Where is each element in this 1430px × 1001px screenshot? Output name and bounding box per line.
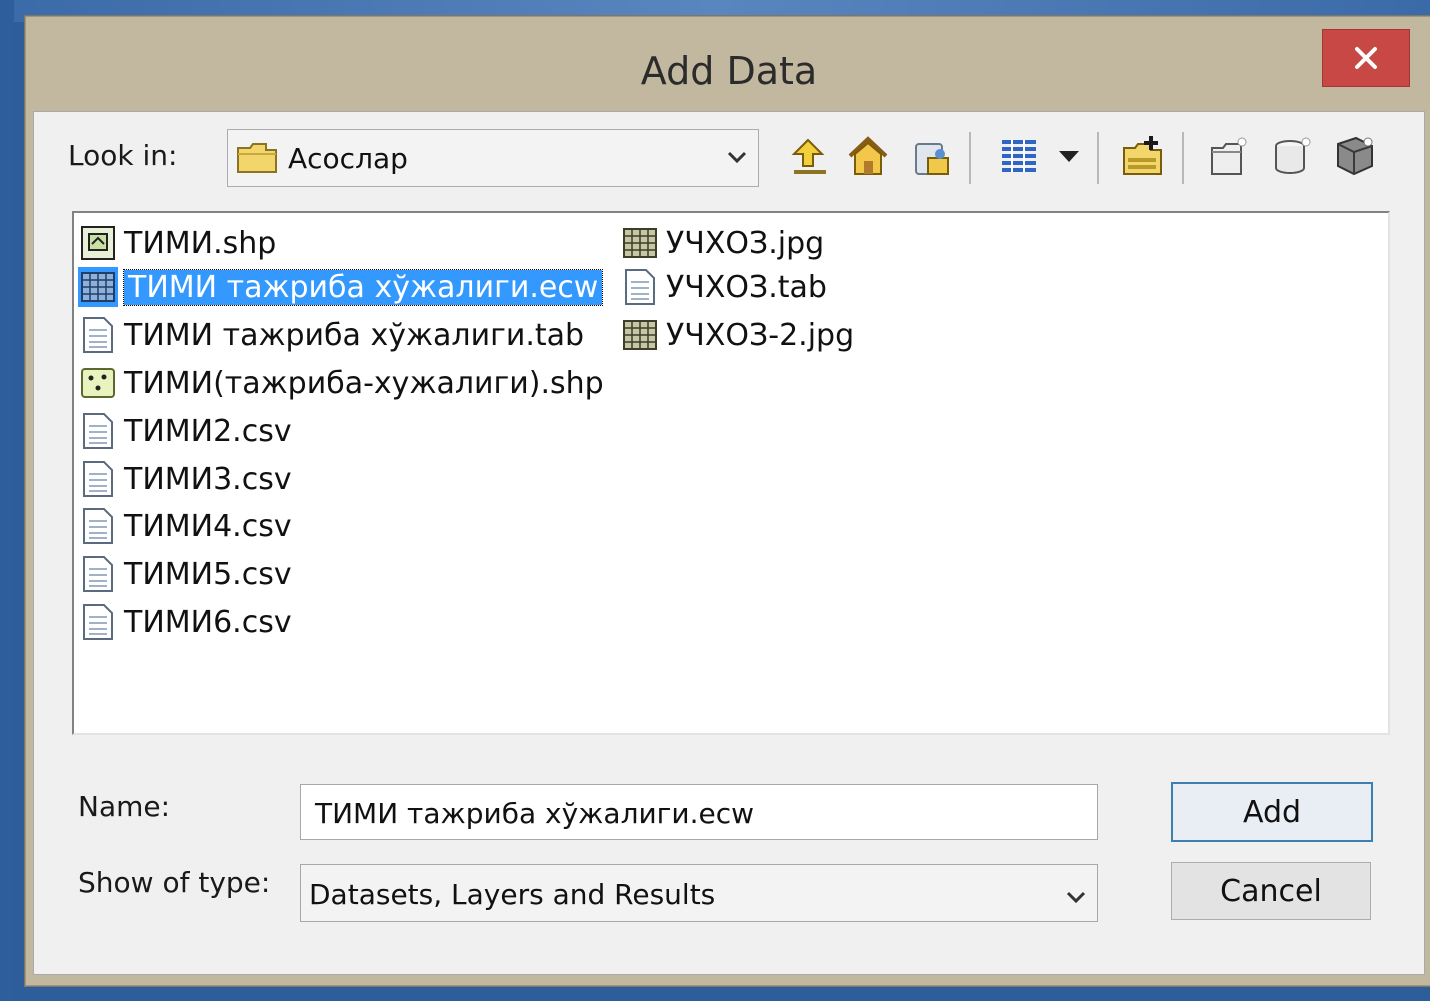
- table-file-icon: [78, 506, 118, 546]
- name-label: Name:: [78, 790, 171, 823]
- table-file-icon: [78, 411, 118, 451]
- home-icon[interactable]: [844, 132, 892, 180]
- table-file-icon: [78, 602, 118, 642]
- table-file-icon: [78, 315, 118, 355]
- view-options-icon[interactable]: [992, 132, 1052, 180]
- list-item[interactable]: ТИМИ.shp: [78, 221, 276, 265]
- file-name: ТИМИ тажриба хўжалиги.tab: [124, 317, 585, 353]
- toolbar-separator: [1097, 132, 1099, 184]
- look-in-value: Асослар: [288, 142, 408, 175]
- chevron-down-icon: [1065, 882, 1087, 915]
- raster-icon: [620, 223, 660, 263]
- file-name: ТИМИ6.csv: [124, 604, 292, 640]
- list-item[interactable]: ТИМИ2.csv: [78, 409, 292, 453]
- list-item[interactable]: ТИМИ(тажриба-хужалиги).shp: [78, 361, 604, 405]
- toolbar-separator: [969, 132, 971, 184]
- new-shapefile-icon[interactable]: [1205, 132, 1253, 180]
- list-item[interactable]: ТИМИ3.csv: [78, 457, 292, 501]
- up-one-level-icon[interactable]: [784, 132, 832, 180]
- file-name: ТИМИ тажриба хўжалиги.ecw: [122, 268, 604, 306]
- file-name: ТИМИ.shp: [124, 225, 277, 261]
- file-name: ТИМИ2.csv: [124, 413, 292, 449]
- file-name: ТИМИ5.csv: [124, 556, 292, 592]
- file-list[interactable]: ТИМИ.shp ТИМИ тажриба хўжалиги.ecw ТИМИ …: [72, 211, 1390, 735]
- list-item-selected[interactable]: ТИМИ тажриба хўжалиги.ecw: [78, 265, 604, 309]
- new-file-gdb-icon[interactable]: [1330, 132, 1378, 180]
- new-geodatabase-icon[interactable]: [1268, 132, 1316, 180]
- add-data-dialog: Add Data Look in: Асослар ТИМИ.shp ТИМИ …: [24, 15, 1430, 987]
- file-name: ТИМИ(тажриба-хужалиги).shp: [124, 365, 604, 401]
- cancel-button[interactable]: Cancel: [1171, 862, 1371, 920]
- desktop-background-edge: [0, 0, 14, 1001]
- connect-to-folder-icon[interactable]: [908, 132, 956, 180]
- list-item[interactable]: ТИМИ4.csv: [78, 504, 292, 548]
- add-button[interactable]: Add: [1171, 782, 1373, 842]
- dialog-title: Add Data: [640, 49, 818, 93]
- dialog-client-area: Look in: Асослар ТИМИ.shp ТИМИ тажриба х…: [33, 111, 1425, 975]
- list-item[interactable]: УЧХОЗ.tab: [620, 265, 827, 309]
- table-file-icon: [620, 267, 660, 307]
- name-input[interactable]: ТИМИ тажриба хўжалиги.ecw: [300, 784, 1098, 840]
- view-dropdown-icon[interactable]: [1054, 132, 1084, 180]
- new-folder-icon[interactable]: [1119, 132, 1167, 180]
- list-item[interactable]: ТИМИ тажриба хўжалиги.tab: [78, 313, 584, 357]
- list-item[interactable]: УЧХОЗ-2.jpg: [620, 313, 854, 357]
- look-in-label: Look in:: [68, 139, 178, 172]
- raster-icon: [78, 267, 118, 307]
- file-name: ТИМИ4.csv: [124, 508, 292, 544]
- file-name: УЧХОЗ.jpg: [666, 225, 825, 261]
- file-name: ТИМИ3.csv: [124, 461, 292, 497]
- table-file-icon: [78, 459, 118, 499]
- show-of-type-value: Datasets, Layers and Results: [309, 878, 716, 911]
- list-item[interactable]: ТИМИ5.csv: [78, 552, 292, 596]
- look-in-combobox[interactable]: Асослар: [227, 129, 759, 187]
- list-item[interactable]: ТИМИ6.csv: [78, 600, 292, 644]
- chevron-down-icon: [726, 146, 748, 172]
- close-button[interactable]: [1322, 29, 1410, 87]
- file-name: УЧХОЗ.tab: [666, 269, 827, 305]
- toolbar-separator: [1182, 132, 1184, 184]
- file-name: УЧХОЗ-2.jpg: [666, 317, 855, 353]
- raster-icon: [620, 315, 660, 355]
- folder-icon: [236, 142, 278, 178]
- polygon-shapefile-icon: [78, 223, 118, 263]
- point-shapefile-icon: [78, 363, 118, 403]
- table-file-icon: [78, 554, 118, 594]
- show-of-type-label: Show of type:: [78, 866, 271, 899]
- name-input-value: ТИМИ тажриба хўжалиги.ecw: [315, 797, 754, 830]
- show-of-type-select[interactable]: Datasets, Layers and Results: [300, 864, 1098, 922]
- list-item[interactable]: УЧХОЗ.jpg: [620, 221, 824, 265]
- close-icon: [1355, 47, 1377, 69]
